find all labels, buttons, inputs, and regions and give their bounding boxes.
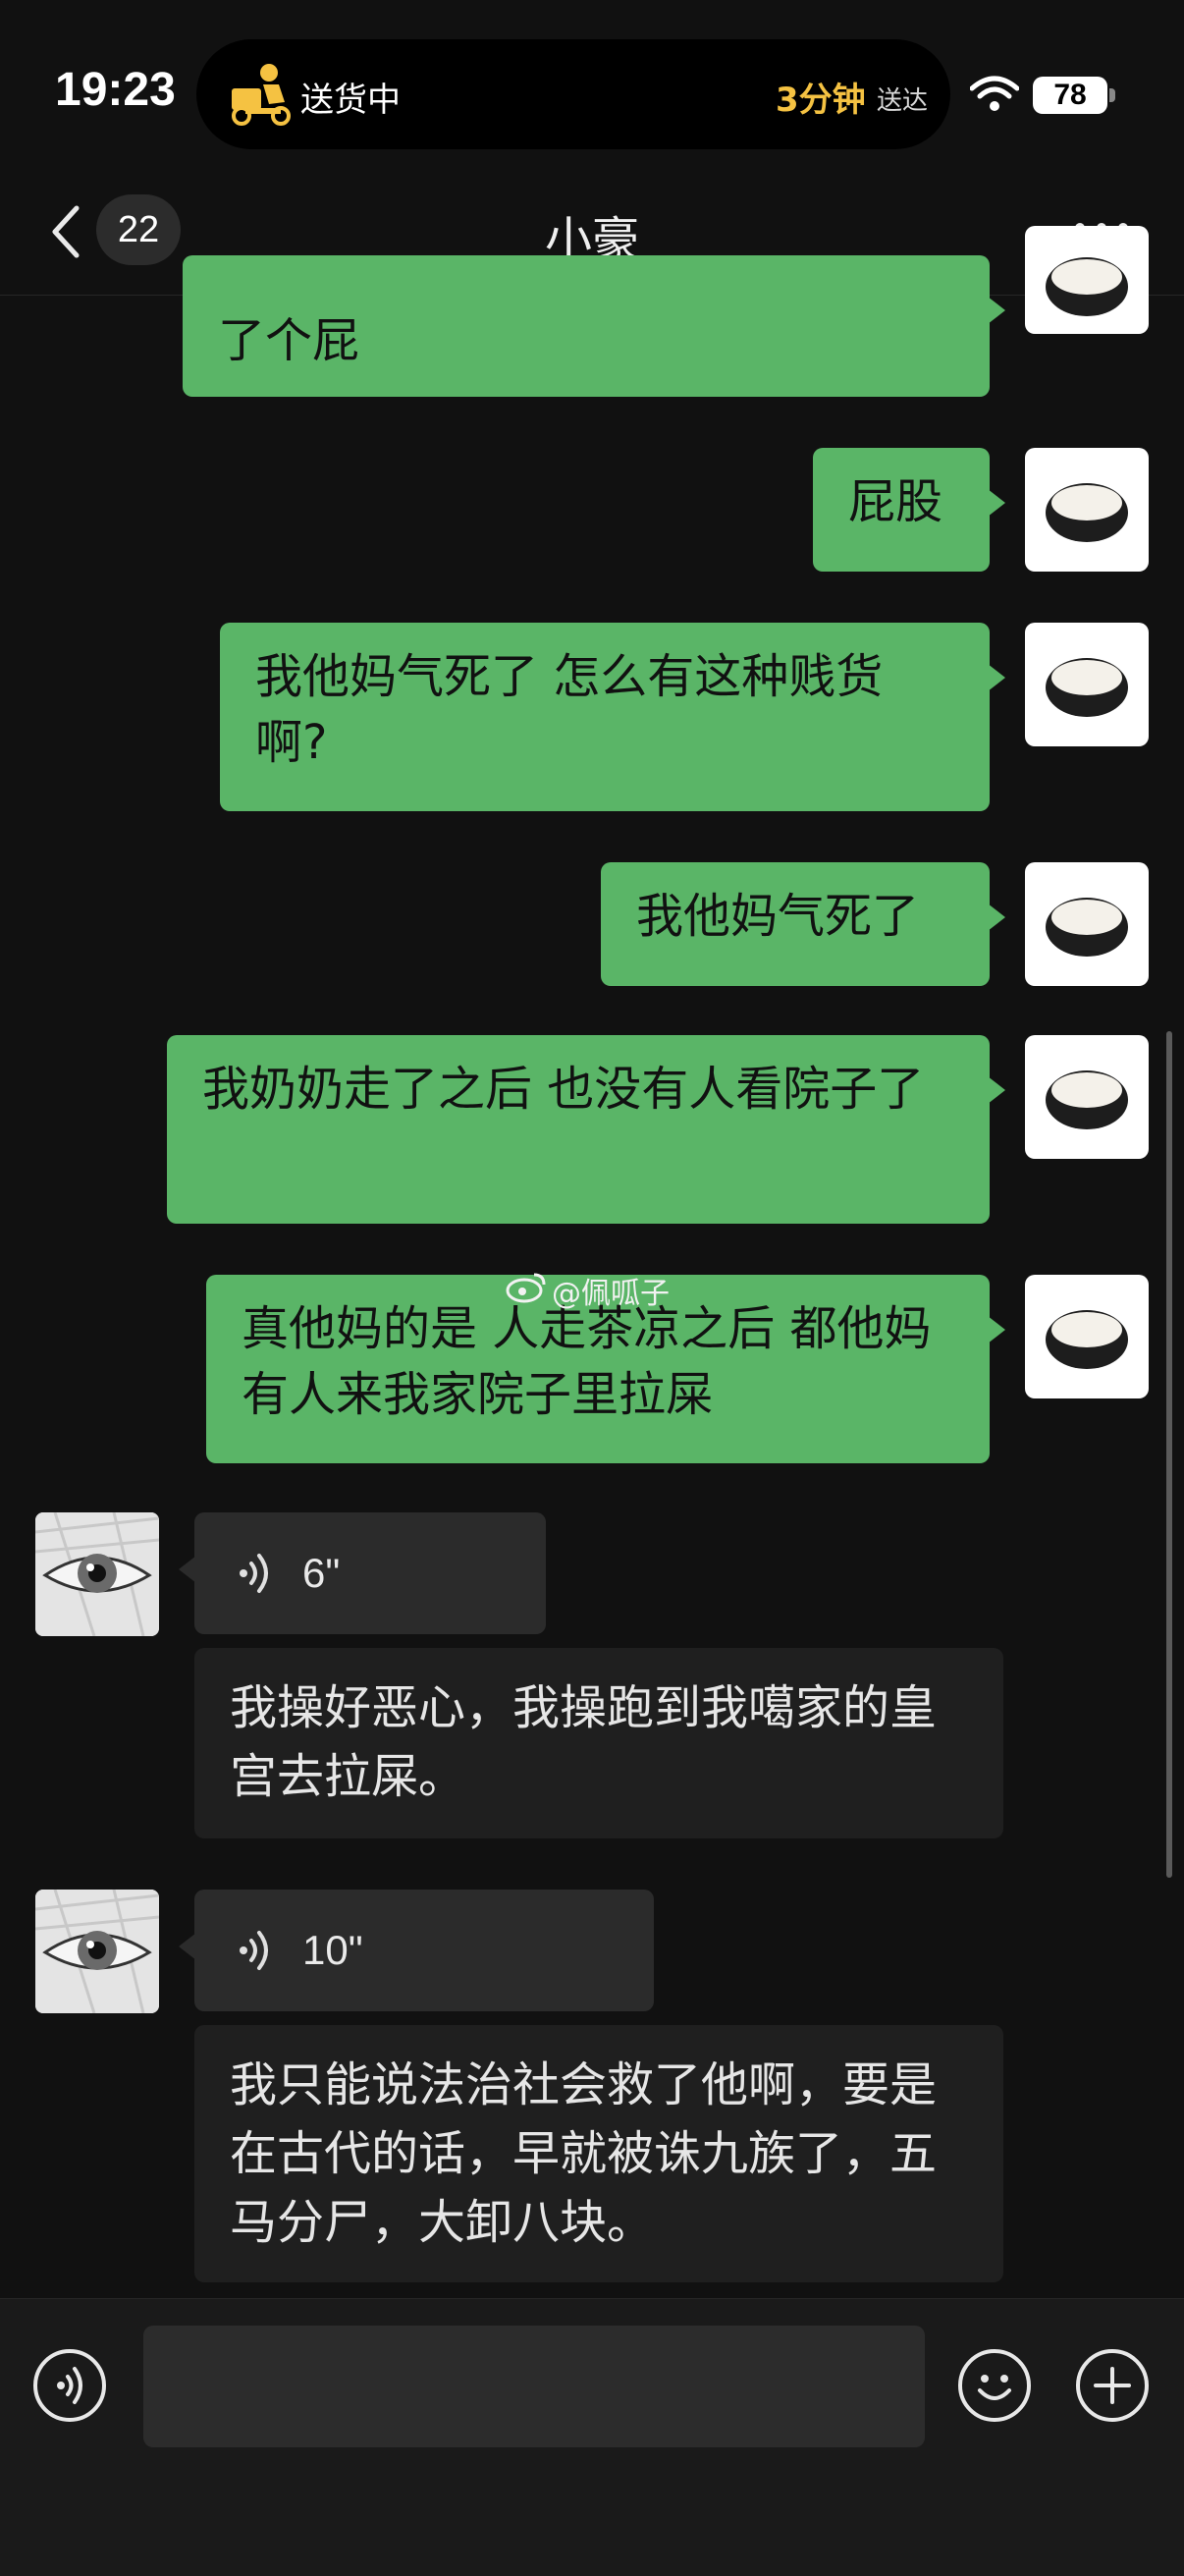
- eye-drawing-icon: [35, 1890, 159, 2013]
- avatar-self[interactable]: [1025, 623, 1149, 746]
- rice-bowl-icon: [1046, 1070, 1128, 1129]
- message-bubble-out[interactable]: 了个屁: [183, 255, 1005, 397]
- voice-input-button[interactable]: [33, 2349, 106, 2422]
- wifi-icon: [970, 76, 1019, 111]
- rice-bowl-icon: [1046, 1310, 1128, 1369]
- voice-message[interactable]: 10": [179, 1890, 654, 2011]
- plus-button[interactable]: [1076, 2349, 1149, 2422]
- message-bubble-out[interactable]: 我他妈气死了: [601, 862, 1005, 986]
- rice-bowl-icon: [1046, 483, 1128, 542]
- delivery-rider-icon: [232, 64, 291, 126]
- message-input[interactable]: [143, 2326, 925, 2447]
- avatar-self[interactable]: [1025, 1035, 1149, 1159]
- rice-bowl-icon: [1046, 257, 1128, 316]
- message-bubble-out[interactable]: 屁股: [813, 448, 1005, 572]
- eta-suffix: 送达: [877, 86, 929, 116]
- voice-play-icon: [240, 1931, 268, 1970]
- avatar-self[interactable]: [1025, 862, 1149, 986]
- watermark-text: @佩呱子: [552, 1277, 670, 1311]
- battery-icon: 78: [1033, 77, 1107, 114]
- emoji-button[interactable]: [958, 2349, 1031, 2422]
- voice-duration: 6": [302, 1550, 341, 1596]
- avatar-self[interactable]: [1025, 226, 1149, 334]
- voice-play-icon: [240, 1554, 268, 1593]
- avatar-contact[interactable]: [35, 1890, 159, 2013]
- weibo-logo-icon: [505, 1271, 548, 1304]
- voice-transcript[interactable]: 我只能说法治社会救了他啊，要是在古代的话，早就被诛九族了，五马分尸，大卸八块。: [194, 2025, 1003, 2282]
- plus-icon: [1094, 2367, 1131, 2404]
- avatar-self[interactable]: [1025, 448, 1149, 572]
- status-time: 19:23: [55, 64, 176, 116]
- voice-input-icon: [57, 2367, 82, 2404]
- eye-drawing-icon: [35, 1512, 159, 1636]
- voice-message[interactable]: 6": [179, 1512, 546, 1634]
- voice-transcript[interactable]: 我操好恶心，我操跑到我噶家的皇宫去拉屎。: [194, 1648, 1003, 1838]
- eta-value: 3分钟: [776, 81, 866, 120]
- voice-duration: 10": [302, 1927, 363, 1973]
- rice-bowl-icon: [1046, 658, 1128, 717]
- avatar-contact[interactable]: [35, 1512, 159, 1636]
- rice-bowl-icon: [1046, 898, 1128, 957]
- scrollbar[interactable]: [1166, 1031, 1172, 1878]
- message-bubble-out[interactable]: 我奶奶走了之后 也没有人看院子了: [167, 1035, 1005, 1224]
- avatar-self[interactable]: [1025, 1275, 1149, 1398]
- message-bubble-out[interactable]: 我他妈气死了 怎么有这种贱货啊?: [220, 623, 1005, 811]
- activity-label: 送货中: [300, 81, 401, 120]
- emoji-icon: [978, 2375, 1011, 2400]
- battery-nub: [1109, 88, 1115, 102]
